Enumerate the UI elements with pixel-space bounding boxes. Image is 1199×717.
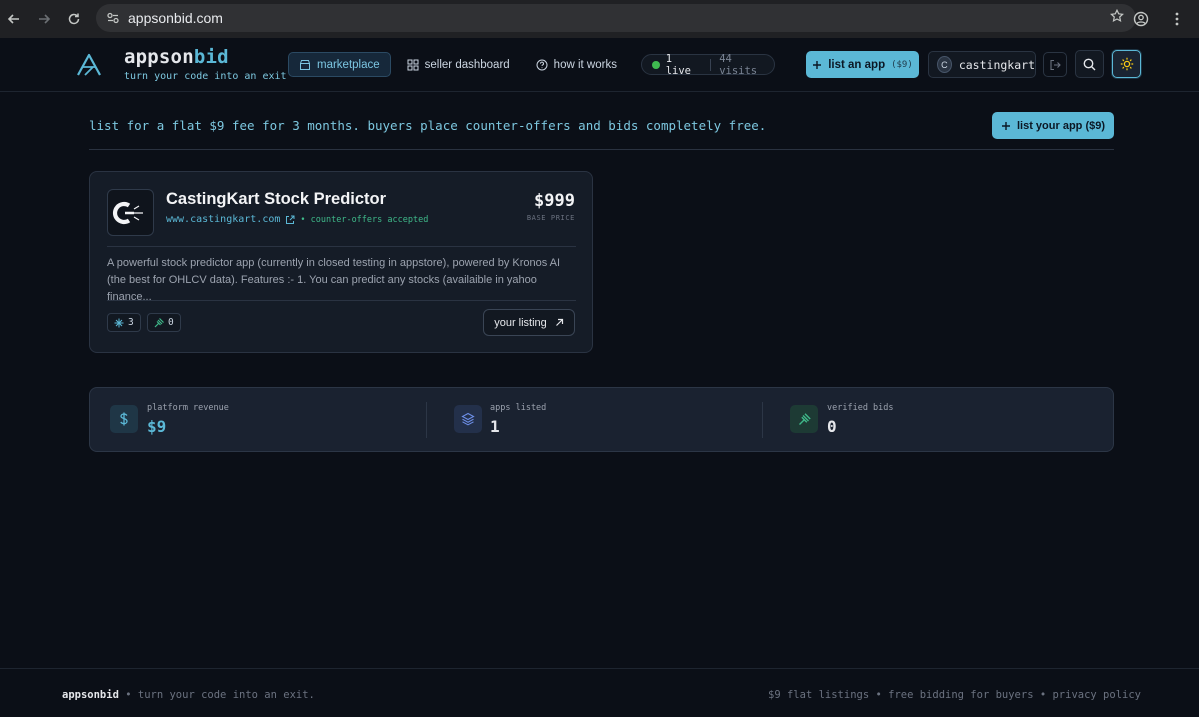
live-count: 1 live (665, 52, 691, 77)
star-icon[interactable] (1110, 8, 1124, 27)
list-an-app-button[interactable]: list an app ($9) (806, 51, 919, 78)
gavel-icon (790, 405, 818, 433)
main-nav: marketplace seller dashboard how it work… (288, 52, 627, 77)
username: castingkart (958, 57, 1035, 72)
section-divider (89, 149, 1114, 150)
gavel-icon (154, 317, 164, 327)
logout-button[interactable] (1043, 52, 1067, 77)
brand-tagline: turn your code into an exit (124, 71, 287, 82)
url-text: appsonbid.com (128, 10, 223, 26)
address-bar[interactable]: appsonbid.com (96, 4, 1136, 32)
site-settings-icon[interactable] (104, 9, 122, 27)
visits-count: 44 visits (719, 52, 758, 77)
nav-how-it-works[interactable]: how it works (526, 52, 627, 77)
browser-toolbar: appsonbid.com (0, 0, 1199, 38)
listing-price: $999 (534, 191, 575, 211)
back-icon[interactable] (0, 5, 28, 33)
search-button[interactable] (1075, 50, 1104, 78)
avatar: C (937, 56, 952, 73)
brand[interactable]: appsonbid turn your code into an exit (124, 46, 287, 82)
list-your-app-button[interactable]: list your app ($9) (992, 112, 1114, 139)
listing-meta: www.castingkart.com • counter-offers acc… (166, 214, 428, 225)
listing-url[interactable]: www.castingkart.com (166, 214, 280, 225)
brand-name: appsonbid (124, 46, 229, 68)
user-menu-button[interactable]: C castingkart (928, 51, 1036, 78)
search-icon (1083, 58, 1096, 70)
help-circle-icon (536, 59, 548, 70)
listing-title[interactable]: CastingKart Stock Predictor (166, 190, 386, 209)
theme-toggle-button[interactable] (1112, 50, 1141, 78)
arrow-up-right-icon (555, 318, 563, 326)
bids-chip: 0 (147, 313, 181, 332)
footer-brand: appsonbid • turn your code into an exit. (62, 689, 315, 701)
grid-icon (407, 59, 419, 70)
live-indicator-icon (652, 60, 660, 69)
your-listing-button[interactable]: your listing (483, 309, 575, 336)
listing-card[interactable]: CastingKart Stock Predictor www.castingk… (89, 171, 593, 353)
views-chip: 3 (107, 313, 141, 332)
nav-marketplace[interactable]: marketplace (288, 52, 391, 77)
menu-icon[interactable] (1163, 5, 1191, 33)
dollar-icon (110, 405, 138, 433)
plus-icon (813, 60, 822, 69)
footer-links[interactable]: $9 flat listings • free bidding for buye… (768, 689, 1141, 701)
profile-icon[interactable] (1127, 5, 1155, 33)
platform-stats: platform revenue $9 apps listed 1 verifi… (89, 387, 1114, 452)
stat-apps-listed: apps listed 1 (427, 388, 762, 451)
listing-description: A powerful stock predictor app (currentl… (107, 257, 561, 303)
nav-seller-dashboard[interactable]: seller dashboard (397, 52, 520, 77)
stat-verified-bids: verified bids 0 (763, 388, 1113, 451)
live-status-pill: 1 live 44 visits (641, 52, 775, 77)
price-label: BASE PRICE (526, 214, 575, 222)
plus-icon (1001, 121, 1010, 130)
reload-icon[interactable] (60, 5, 88, 33)
logo-icon[interactable] (76, 53, 102, 77)
external-link-icon[interactable] (285, 215, 295, 225)
app-header: appsonbid turn your code into an exit ma… (0, 38, 1199, 92)
layers-icon (454, 405, 482, 433)
counter-offers-badge: • counter-offers accepted (300, 214, 429, 225)
app-logo (107, 189, 154, 236)
forward-icon[interactable] (30, 5, 58, 33)
sun-icon (1120, 57, 1133, 71)
store-icon (300, 59, 310, 70)
stat-platform-revenue: platform revenue $9 (90, 388, 426, 451)
sparkle-icon (114, 318, 124, 327)
pricing-banner-text: list for a flat $9 fee for 3 months. buy… (89, 118, 767, 133)
logout-icon (1050, 59, 1061, 70)
